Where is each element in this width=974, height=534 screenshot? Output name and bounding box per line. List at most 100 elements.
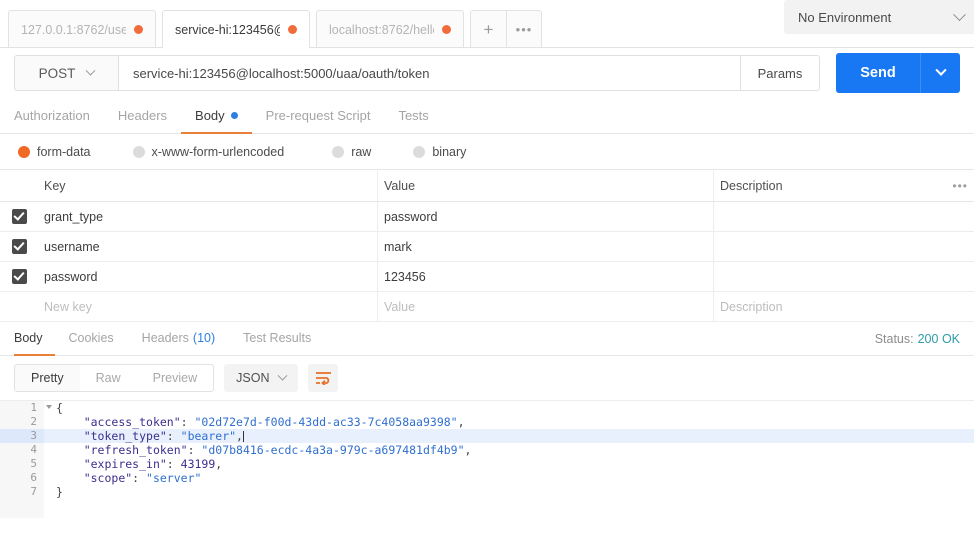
row-value[interactable]: mark bbox=[378, 232, 714, 261]
json-colon: : bbox=[187, 443, 202, 457]
new-tab-button[interactable]: + bbox=[470, 10, 506, 48]
modified-dot-icon bbox=[230, 111, 238, 119]
environment-selector[interactable]: No Environment bbox=[784, 0, 974, 34]
response-view-toolbar: Pretty Raw Preview JSON bbox=[0, 356, 974, 400]
unsaved-dot-icon[interactable] bbox=[134, 25, 143, 34]
json-string-value: "server" bbox=[146, 471, 202, 485]
response-tab-body-label: Body bbox=[14, 331, 43, 345]
row-description[interactable] bbox=[714, 202, 974, 231]
row-value[interactable]: password bbox=[378, 202, 714, 231]
row-checkbox[interactable] bbox=[11, 239, 27, 254]
new-description-input[interactable]: Description bbox=[714, 292, 974, 321]
code-text: "expires_in": 43199, bbox=[44, 457, 223, 471]
row-checkbox-cell bbox=[0, 269, 38, 284]
row-value[interactable]: 123456 bbox=[378, 262, 714, 291]
response-section-tabs: Body Cookies Headers (10) Test Results S… bbox=[0, 322, 974, 356]
response-headers-count: (10) bbox=[192, 331, 216, 345]
response-tab-test-results[interactable]: Test Results bbox=[229, 322, 325, 356]
word-wrap-icon bbox=[315, 372, 331, 385]
json-brace: { bbox=[56, 401, 63, 415]
body-type-binary-label: binary bbox=[432, 144, 467, 159]
code-text: "scope": "server" bbox=[44, 471, 202, 485]
bulk-edit-icon[interactable]: ••• bbox=[952, 179, 968, 193]
chevron-down-icon bbox=[934, 64, 947, 76]
view-pretty-button[interactable]: Pretty bbox=[15, 365, 80, 391]
json-key: "token_type" bbox=[83, 429, 167, 443]
header-description-cell: Description ••• bbox=[714, 170, 974, 201]
response-tab-headers-label: Headers bbox=[141, 331, 189, 345]
chevron-down-icon bbox=[85, 65, 96, 76]
tab-options-icon[interactable]: ••• bbox=[506, 10, 542, 48]
row-checkbox[interactable] bbox=[11, 269, 27, 284]
new-value-input[interactable]: Value bbox=[378, 292, 714, 321]
header-key: Key bbox=[38, 170, 378, 201]
body-type-raw-label: raw bbox=[351, 144, 372, 159]
body-type-urlencoded-label: x-www-form-urlencoded bbox=[151, 144, 285, 159]
response-tab-headers[interactable]: Headers (10) bbox=[128, 322, 229, 356]
radio-icon bbox=[332, 145, 345, 158]
send-button[interactable]: Send bbox=[836, 53, 920, 93]
row-checkbox[interactable] bbox=[11, 209, 27, 224]
code-line: 2 "access_token": "02d72e7d-f00d-43dd-ac… bbox=[0, 415, 974, 429]
json-key: "access_token" bbox=[83, 415, 181, 429]
response-tab-body[interactable]: Body bbox=[14, 322, 55, 356]
body-type-form-data[interactable]: form-data bbox=[18, 145, 91, 159]
gutter-filler bbox=[0, 499, 44, 518]
body-type-urlencoded[interactable]: x-www-form-urlencoded bbox=[132, 144, 285, 159]
json-comma: , bbox=[236, 429, 243, 443]
body-type-raw[interactable]: raw bbox=[332, 145, 371, 159]
json-colon: : bbox=[180, 415, 195, 429]
tab-tests[interactable]: Tests bbox=[384, 98, 442, 134]
row-key[interactable]: password bbox=[38, 262, 378, 291]
request-tab-2[interactable]: service-hi:123456@l bbox=[162, 10, 310, 48]
unsaved-dot-icon[interactable] bbox=[288, 25, 297, 34]
response-tab-test-results-label: Test Results bbox=[243, 331, 312, 345]
response-body-viewer[interactable]: 1 { 2 "access_token": "02d72e7d-f00d-43d… bbox=[0, 400, 974, 518]
code-line: 5 "expires_in": 43199, bbox=[0, 457, 974, 471]
send-options-button[interactable] bbox=[920, 53, 960, 93]
code-line: 7 } bbox=[0, 485, 974, 499]
code-line: 6 "scope": "server" bbox=[0, 471, 974, 485]
response-tab-cookies[interactable]: Cookies bbox=[55, 322, 128, 356]
request-tab-1[interactable]: 127.0.0.1:8762/user bbox=[8, 10, 156, 48]
status-value: 200 OK bbox=[917, 331, 960, 346]
row-key[interactable]: grant_type bbox=[38, 202, 378, 231]
line-number: 3 bbox=[0, 429, 44, 443]
unsaved-dot-icon[interactable] bbox=[442, 25, 451, 34]
response-format-select[interactable]: JSON bbox=[224, 364, 299, 392]
fold-arrow-icon[interactable] bbox=[46, 405, 52, 409]
params-button[interactable]: Params bbox=[740, 55, 820, 91]
table-new-row: New key Value Description bbox=[0, 292, 974, 322]
tab-headers[interactable]: Headers bbox=[104, 98, 181, 134]
new-key-input[interactable]: New key bbox=[38, 292, 378, 321]
row-checkbox-cell bbox=[0, 209, 38, 224]
json-string-value: "bearer" bbox=[180, 429, 237, 443]
request-tab-3[interactable]: localhost:8762/hello bbox=[316, 10, 464, 48]
tab-pre-request-script[interactable]: Pre-request Script bbox=[252, 98, 385, 134]
url-bar: POST service-hi:123456@localhost:5000/ua… bbox=[0, 48, 974, 98]
chevron-down-icon bbox=[953, 7, 966, 21]
row-description[interactable] bbox=[714, 262, 974, 291]
view-raw-button[interactable]: Raw bbox=[80, 365, 137, 391]
tab-authorization[interactable]: Authorization bbox=[14, 98, 104, 134]
json-key: "scope" bbox=[83, 471, 133, 485]
code-text: } bbox=[44, 485, 63, 499]
line-number: 1 bbox=[0, 401, 52, 415]
radio-icon bbox=[132, 145, 145, 158]
url-input[interactable]: service-hi:123456@localhost:5000/uaa/oau… bbox=[118, 55, 740, 91]
line-number: 7 bbox=[0, 485, 44, 499]
tab-body[interactable]: Body bbox=[181, 98, 252, 134]
json-brace: } bbox=[56, 485, 63, 499]
view-preview-button[interactable]: Preview bbox=[137, 365, 213, 391]
json-key: "refresh_token" bbox=[83, 443, 188, 457]
word-wrap-button[interactable] bbox=[308, 364, 339, 392]
http-method-select[interactable]: POST bbox=[14, 55, 118, 91]
row-description[interactable] bbox=[714, 232, 974, 261]
line-number: 2 bbox=[0, 415, 44, 429]
row-key[interactable]: username bbox=[38, 232, 378, 261]
body-type-binary[interactable]: binary bbox=[413, 145, 466, 159]
request-tab-2-label: service-hi:123456@l bbox=[175, 22, 280, 37]
code-text: "refresh_token": "d07b8416-ecdc-4a3a-979… bbox=[44, 443, 472, 457]
table-row: password 123456 bbox=[0, 262, 974, 292]
radio-icon bbox=[413, 145, 426, 158]
